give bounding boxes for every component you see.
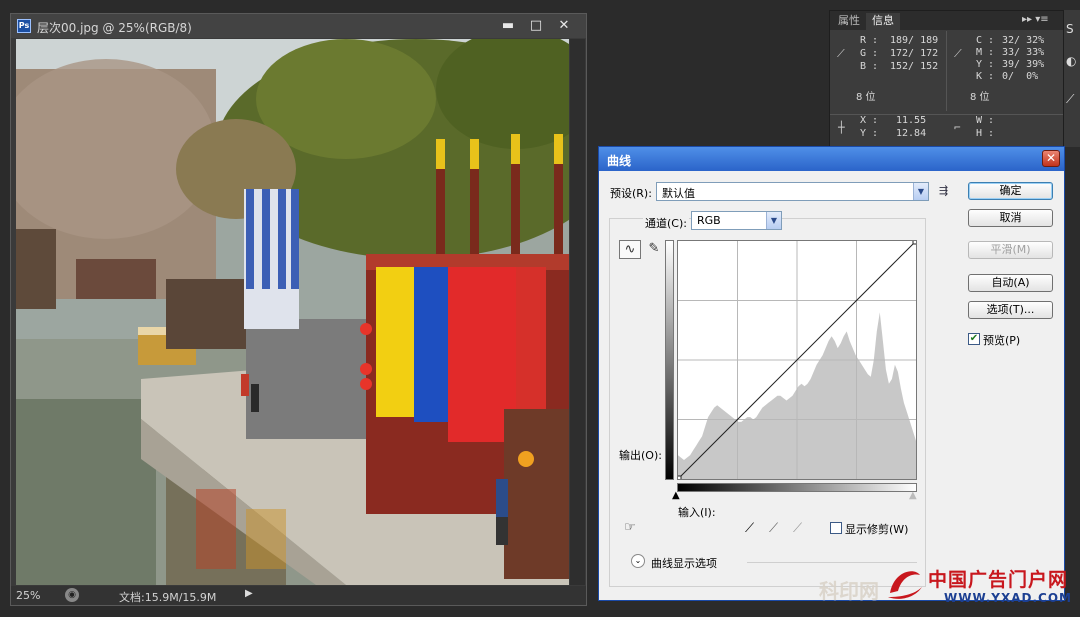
panel-tab-bar: 属性 信息 ▸▸ ▾≡ (830, 11, 1063, 30)
document-window: Ps 层次00.jpg @ 25%(RGB/8) ▬ □ ✕ 25% ◉ 文档:… (10, 13, 587, 606)
vertical-scrollbar[interactable] (570, 39, 585, 585)
chevron-down-icon: ▼ (766, 212, 781, 229)
photo-image (16, 39, 569, 585)
panel-icon[interactable]: S (1066, 22, 1074, 36)
white-point-slider[interactable]: ▲ (909, 490, 917, 501)
cancel-button[interactable]: 取消 (968, 209, 1053, 227)
watermark-url: WWW.YXAD.COM (944, 591, 1072, 605)
gray-eyedropper-icon[interactable]: ⟋ (769, 521, 778, 536)
curve-display-options-label: 曲线显示选项 (651, 557, 717, 570)
chevron-down-icon: ▼ (913, 183, 928, 200)
document-size: 文档:15.9M/15.9M (119, 591, 217, 604)
info-x-label: X : (860, 115, 879, 126)
watermark-site-name: 中国广告门户网 (928, 569, 1069, 591)
panel-menu-icon[interactable]: ▸▸ ▾≡ (1022, 14, 1049, 25)
chevron-down-icon[interactable]: ⌄ (631, 554, 645, 568)
document-status-bar: 25% ◉ 文档:15.9M/15.9M ▶ (11, 586, 586, 605)
info-panel: 属性 信息 ▸▸ ▾≡ ⟋ R : 189/ 189 G : 172/ 172 … (829, 10, 1064, 147)
close-icon[interactable]: ✕ (552, 16, 576, 35)
curve-graph-svg (674, 237, 920, 483)
preset-dropdown[interactable]: 默认值 ▼ (656, 182, 929, 201)
info-g-label: G : (860, 48, 879, 59)
divider (946, 31, 947, 111)
info-h-label: H : (976, 128, 995, 139)
eyedropper-icon[interactable]: ⟋ (954, 47, 966, 60)
show-clipping-label: 显示修剪(W) (845, 523, 909, 536)
channel-dropdown[interactable]: RGB ▼ (691, 211, 782, 230)
info-r-value: 189/ 189 (890, 35, 939, 46)
auto-button[interactable]: 自动(A) (968, 274, 1053, 292)
maximize-icon[interactable]: □ (524, 16, 548, 35)
input-gradient-bar (677, 483, 917, 492)
dialog-title-bar[interactable]: 曲线 ✕ (599, 147, 1064, 171)
ok-button[interactable]: 确定 (968, 182, 1053, 200)
target-adjust-hand-icon[interactable]: ☞ (619, 519, 641, 538)
document-title: 层次00.jpg @ 25%(RGB/8) (37, 21, 192, 35)
info-cmyk-bitdepth: 8 位 (970, 92, 990, 103)
info-y-value: 39/ 39% (1002, 59, 1045, 70)
info-b-value: 152/ 152 (890, 61, 939, 72)
preset-label: 预设(R): (610, 187, 652, 200)
curve-graph[interactable] (674, 237, 920, 483)
curves-dialog: 曲线 ✕ 预设(R): 默认值 ▼ ⇶ 通道(C): RGB ▼ ∿ ✎ 输出(… (598, 146, 1065, 601)
info-m-label: M : (976, 47, 995, 58)
preview-checkbox[interactable]: ✔ (968, 333, 980, 345)
divider (747, 562, 917, 563)
close-icon[interactable]: ✕ (1042, 150, 1060, 167)
tab-info[interactable]: 信息 (866, 13, 900, 30)
curve-point-tool-icon[interactable]: ∿ (619, 240, 641, 259)
selection-size-icon: ⌐ (954, 121, 961, 134)
output-label: 输出(O): (619, 449, 662, 462)
info-c-value: 32/ 32% (1002, 35, 1045, 46)
tool-strip: S ◐ ⟋ (1064, 10, 1080, 147)
preview-label: 预览(P) (983, 334, 1021, 347)
minimize-icon[interactable]: ▬ (496, 16, 520, 35)
white-eyedropper-icon[interactable]: ⟋ (793, 521, 802, 536)
smooth-button[interactable]: 平滑(M) (968, 241, 1053, 259)
watermark-text: 科印网 (819, 579, 879, 603)
black-point-slider[interactable]: ▲ (672, 490, 680, 501)
watermark-logo-icon (888, 571, 922, 599)
curve-control-point[interactable] (912, 237, 920, 245)
info-r-label: R : (860, 35, 879, 46)
curve-control-point[interactable] (674, 475, 682, 483)
zoom-level[interactable]: 25% (16, 589, 40, 602)
info-m-value: 33/ 33% (1002, 47, 1045, 58)
panel-icon[interactable]: ◐ (1066, 54, 1076, 68)
info-c-label: C : (976, 35, 995, 46)
info-b-label: B : (860, 61, 879, 72)
pencil-icon[interactable]: ✎ (643, 240, 665, 259)
info-y-coord-label: Y : (860, 128, 879, 139)
output-gradient-bar (665, 240, 674, 480)
crosshair-icon: ┼ (838, 121, 845, 134)
info-w-label: W : (976, 115, 995, 126)
tab-properties[interactable]: 属性 (832, 13, 866, 30)
input-label: 输入(I): (678, 506, 716, 519)
channel-value: RGB (697, 214, 721, 227)
proof-icon[interactable]: ◉ (65, 588, 79, 602)
panel-icon[interactable]: ⟋ (1066, 92, 1074, 107)
info-k-value: 0/ 0% (1002, 71, 1039, 82)
black-eyedropper-icon[interactable]: ⟋ (745, 521, 754, 536)
document-title-bar[interactable]: Ps 层次00.jpg @ 25%(RGB/8) ▬ □ ✕ (11, 14, 586, 38)
info-y-label: Y : (976, 59, 995, 70)
document-canvas-photo[interactable] (16, 39, 569, 585)
preset-value: 默认值 (662, 187, 695, 200)
channel-label: 通道(C): (643, 215, 689, 231)
show-clipping-checkbox[interactable] (830, 522, 842, 534)
info-g-value: 172/ 172 (890, 48, 939, 59)
info-k-label: K : (976, 71, 995, 82)
photoshop-icon: Ps (17, 19, 31, 33)
info-rgb-bitdepth: 8 位 (856, 92, 876, 103)
info-y-coord-value: 12.84 (896, 128, 927, 139)
preset-options-icon[interactable]: ⇶ (939, 184, 948, 197)
dialog-title: 曲线 (607, 154, 632, 168)
status-menu-arrow-icon[interactable]: ▶ (245, 588, 253, 599)
info-x-value: 11.55 (896, 115, 927, 126)
options-button[interactable]: 选项(T)... (968, 301, 1053, 319)
eyedropper-icon[interactable]: ⟋ (837, 47, 849, 60)
